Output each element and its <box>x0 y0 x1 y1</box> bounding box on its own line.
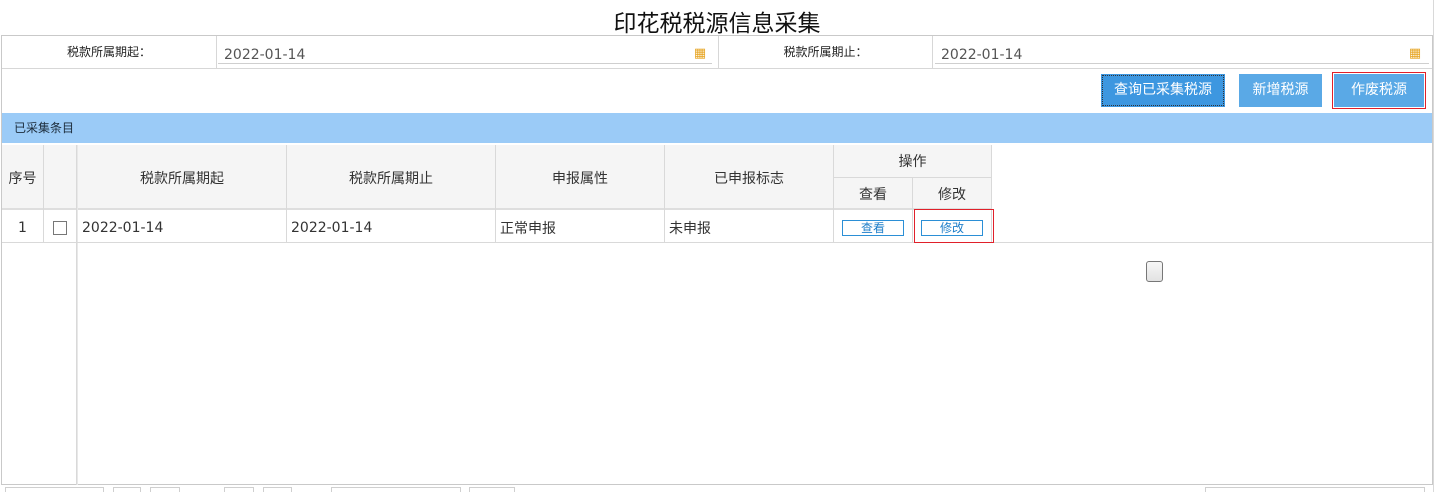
header-period-start: 税款所属期起 <box>140 170 224 187</box>
floating-scroll-handle[interactable] <box>1146 261 1163 282</box>
void-tax-source-button[interactable]: 作废税源 <box>1332 72 1426 109</box>
section-title: 已采集条目 <box>14 121 75 135</box>
section-bar: 已采集条目 <box>2 113 1432 143</box>
start-date-input[interactable]: 2022-01-14 <box>218 42 712 64</box>
end-date-input[interactable]: 2022-01-14 <box>935 42 1429 64</box>
view-button[interactable]: 查看 <box>842 220 904 236</box>
header-index: 序号 <box>8 170 37 187</box>
right-frame-line <box>1433 0 1434 492</box>
calendar-icon[interactable]: ▦ <box>692 45 708 63</box>
data-table: 序号 税款所属期起 税款所属期止 申报属性 已申报标志 操作 查看 修改 1 2… <box>2 145 1432 485</box>
pager-next-button[interactable] <box>224 487 254 492</box>
pager-page-input[interactable] <box>331 487 461 492</box>
header-operations: 操作 <box>898 154 927 170</box>
row-declare-attr: 正常申报 <box>500 220 556 237</box>
header-view: 查看 <box>859 187 887 203</box>
pager-box[interactable] <box>5 487 104 492</box>
query-collected-button[interactable]: 查询已采集税源 <box>1101 74 1225 107</box>
row-checkbox-cell <box>44 212 76 243</box>
add-tax-source-button[interactable]: 新增税源 <box>1239 74 1322 107</box>
edit-highlight-box <box>914 209 994 243</box>
header-edit: 修改 <box>938 187 966 203</box>
row-period-start: 2022-01-14 <box>82 219 164 236</box>
row-index: 1 <box>18 219 27 236</box>
end-date-label: 税款所属期止： <box>718 36 933 68</box>
row-checkbox[interactable] <box>53 220 67 235</box>
row-declared-flag: 未申报 <box>669 220 711 237</box>
pager-info <box>1205 487 1425 492</box>
pager-first-button[interactable] <box>113 487 141 492</box>
filter-row: 税款所属期起： 2022-01-14 ▦ 税款所属期止： 2022-01-14 … <box>2 36 1432 69</box>
pager-last-button[interactable] <box>263 487 292 492</box>
pager-go-button[interactable] <box>469 487 515 492</box>
header-period-end: 税款所属期止 <box>349 170 433 187</box>
calendar-icon[interactable]: ▦ <box>1407 45 1423 63</box>
header-declare-attr: 申报属性 <box>552 170 608 187</box>
start-date-label: 税款所属期起： <box>2 36 217 68</box>
page-title: 印花税税源信息采集 <box>613 11 821 37</box>
row-period-end: 2022-01-14 <box>291 219 373 236</box>
pager-prev-button[interactable] <box>150 487 180 492</box>
content-frame: 税款所属期起： 2022-01-14 ▦ 税款所属期止： 2022-01-14 … <box>1 35 1433 485</box>
header-declared-flag: 已申报标志 <box>714 170 784 187</box>
